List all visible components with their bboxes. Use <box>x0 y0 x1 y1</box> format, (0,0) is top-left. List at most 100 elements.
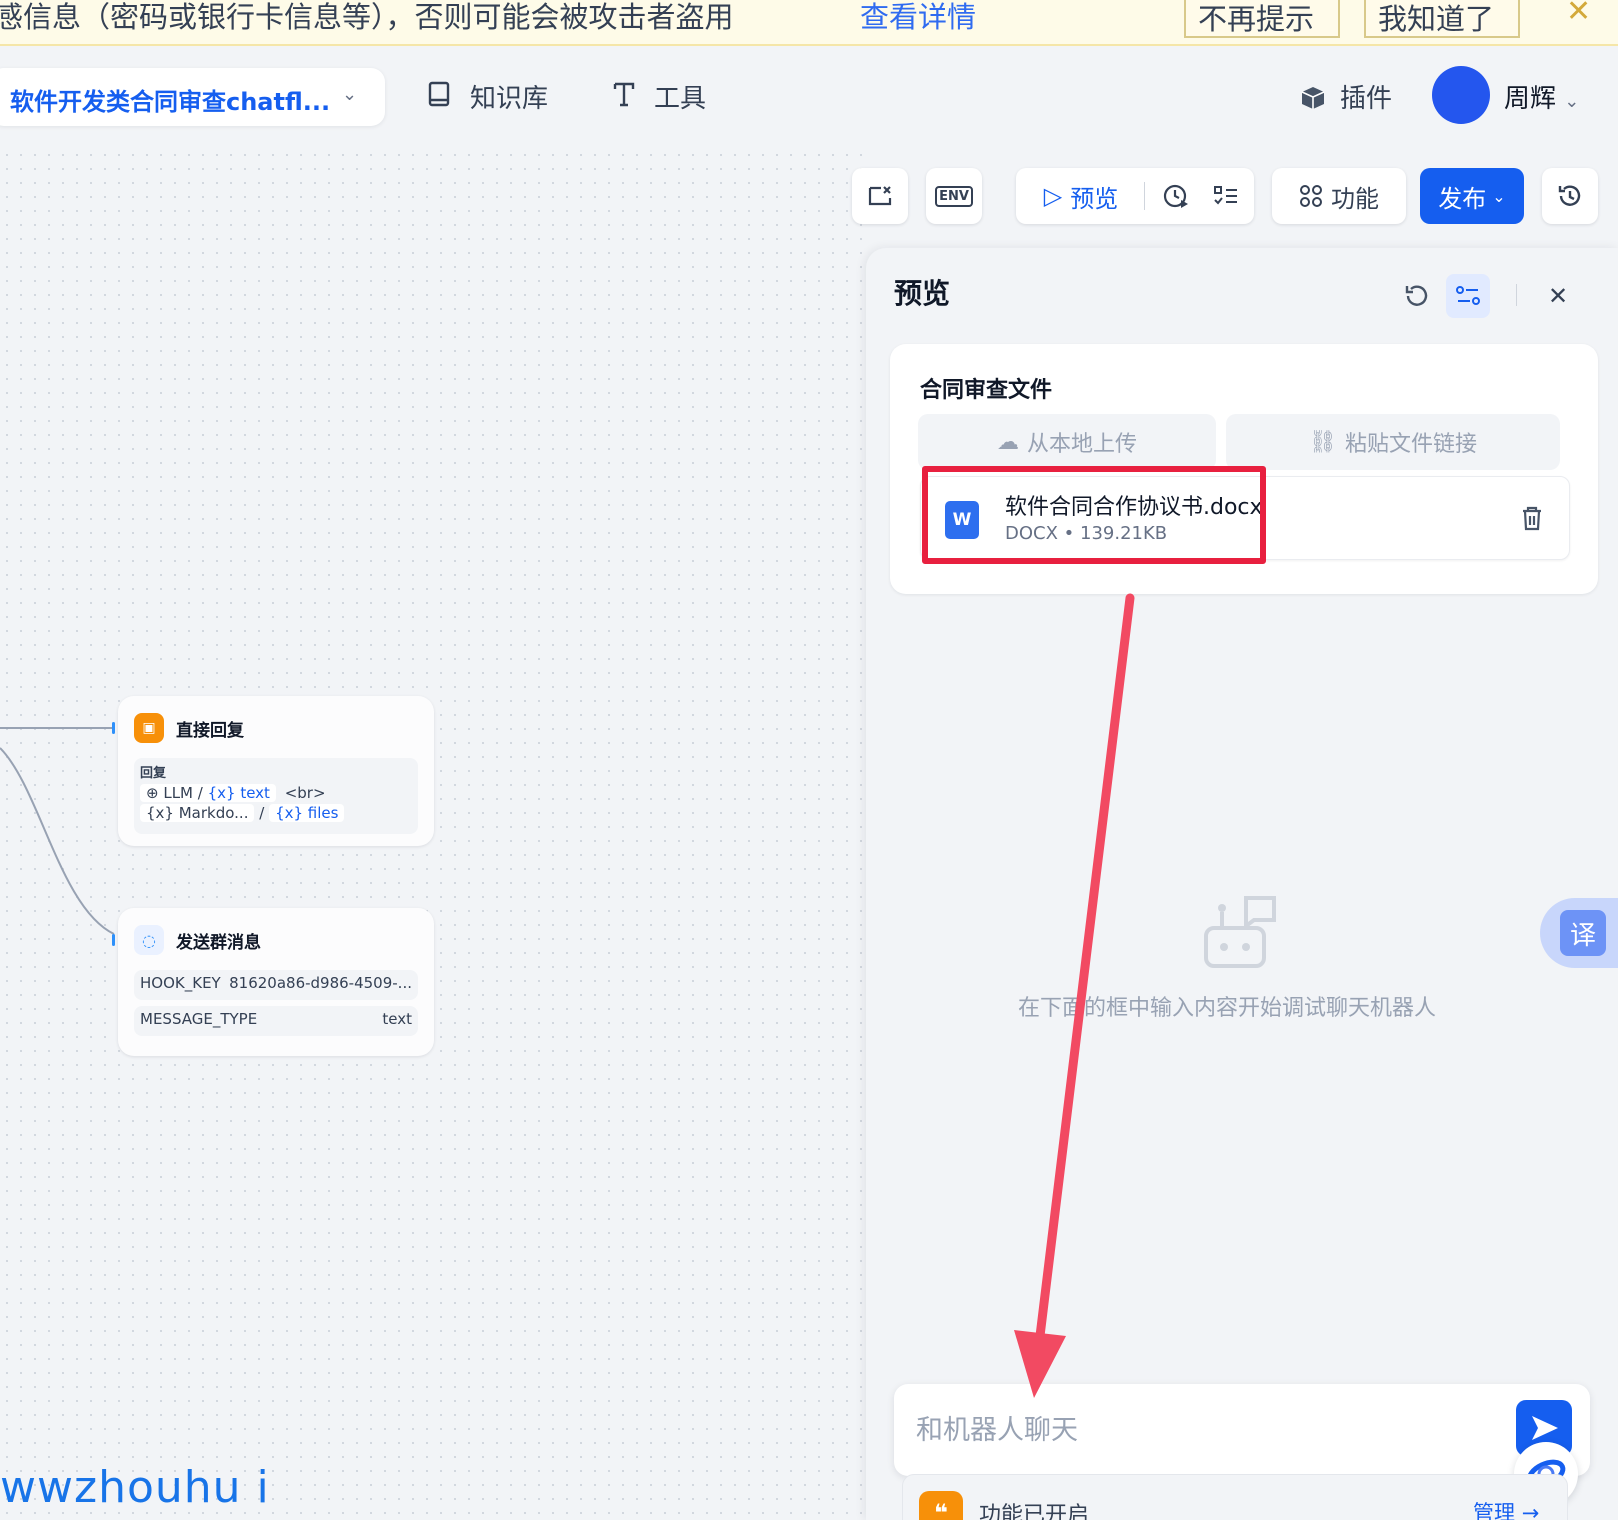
reply-line-1: ⊕ LLM / {x} text <br> <box>140 783 412 803</box>
restart-icon[interactable] <box>1394 274 1438 318</box>
manage-label: 管理 <box>1473 1501 1515 1520</box>
preview-button[interactable]: ▷ 预览 <box>1026 168 1136 224</box>
banner-details-link[interactable]: 查看详情 <box>860 0 976 36</box>
book-icon <box>428 81 456 114</box>
param-key: MESSAGE_TYPE <box>140 1010 258 1028</box>
user-menu[interactable]: 周辉 ⌄ <box>1504 78 1579 115</box>
tool-icon <box>612 81 640 114</box>
upload-local-label: 从本地上传 <box>1026 432 1137 457</box>
close-icon[interactable]: ✕ <box>1536 274 1580 318</box>
node-input-handle[interactable] <box>112 722 115 734</box>
run-history-icon[interactable] <box>1152 168 1200 224</box>
variable-chip: {x} files <box>269 804 345 822</box>
checklist-x-icon <box>852 168 908 224</box>
nav-tools[interactable]: 工具 <box>612 78 706 115</box>
chat-input[interactable] <box>916 1410 1476 1450</box>
variable-chip: {x} Markdo... <box>140 804 255 822</box>
translate-button[interactable]: 译 <box>1540 898 1618 968</box>
chat-bubble-icon: ◌ <box>134 925 164 955</box>
arrow-right-icon: → <box>1521 1501 1540 1520</box>
file-input-label: 合同审查文件 <box>920 378 1053 403</box>
preview-panel: 预览 ✕ 合同审查文件 ☁ 从本地上传 ⛓ 粘贴文件链接 W 软件合同合作协议书.d… <box>866 248 1618 1520</box>
preview-label: 预览 <box>1070 184 1119 213</box>
reply-suffix: <br> <box>284 784 326 802</box>
direct-reply-node[interactable]: ▣ 直接回复 回复 ⊕ LLM / {x} text <br> {x} Mark… <box>112 696 434 846</box>
banner-text: 感信息（密码或银行卡信息等），否则可能会被攻击者盗用 <box>0 0 734 34</box>
chatbot-icon <box>1204 896 1276 968</box>
reply-icon: ▣ <box>134 713 164 743</box>
chip-var: {x} text <box>207 784 270 802</box>
trash-icon[interactable] <box>1515 501 1549 535</box>
features-content: 功能 <box>1272 168 1406 224</box>
plugin-label: 插件 <box>1340 84 1393 114</box>
quote-icon: ❝ <box>919 1491 963 1520</box>
reply-section-label: 回复 <box>140 766 167 781</box>
grid-icon <box>1300 185 1322 207</box>
manage-link[interactable]: 管理 → <box>1473 1497 1539 1520</box>
divider <box>1144 182 1145 210</box>
chat-input-box <box>894 1384 1590 1476</box>
run-toolbar-group: ▷ 预览 <box>1016 168 1254 224</box>
warning-banner: 感信息（密码或银行卡信息等），否则可能会被攻击者盗用 查看详情 不再提示 我知道… <box>0 0 1618 46</box>
plugin-link[interactable]: 插件 <box>1300 78 1392 115</box>
avatar[interactable] <box>1432 66 1490 124</box>
features-label: 功能 <box>1331 184 1379 213</box>
nav-tools-label: 工具 <box>654 84 707 114</box>
annotation-highlight-box <box>922 466 1266 564</box>
env-label: ENV <box>935 185 973 207</box>
cube-icon <box>1301 87 1325 109</box>
close-icon[interactable]: ✕ <box>1566 0 1591 29</box>
chip-source: LLM <box>163 784 193 802</box>
nav-knowledge[interactable]: 知识库 <box>428 78 548 115</box>
node-body: 回复 ⊕ LLM / {x} text <br> {x} Markdo... /… <box>134 758 418 834</box>
feature-status-bar: ❝ 功能已开启 管理 → <box>902 1474 1568 1520</box>
publish-label: 发布 <box>1438 184 1487 213</box>
chevron-down-icon: ⌄ <box>1564 91 1580 112</box>
version-history-button[interactable] <box>1542 168 1598 224</box>
node-title: 发送群消息 <box>176 932 261 953</box>
node-header: ◌ 发送群消息 <box>134 924 261 956</box>
paste-link-label: 粘贴文件链接 <box>1344 432 1477 457</box>
upload-local-button[interactable]: ☁ 从本地上传 <box>918 414 1216 470</box>
chevron-down-icon: ⌄ <box>342 84 358 105</box>
translate-label: 译 <box>1560 910 1606 956</box>
link-icon: ⛓ <box>1309 429 1337 455</box>
node-input-handle[interactable] <box>112 934 115 946</box>
chip-source: {x} Markdo... <box>146 804 249 822</box>
panel-title: 预览 <box>894 277 951 310</box>
top-header: 软件开发类合同审查chatfl... ⌄ 知识库 工具 插件 周辉 ⌄ <box>0 48 1618 148</box>
acknowledge-button[interactable]: 我知道了 <box>1364 0 1520 38</box>
variables-icon[interactable] <box>1446 274 1490 318</box>
checklist-icon[interactable] <box>1202 168 1250 224</box>
app-title: 软件开发类合同审查chatfl... <box>10 88 331 116</box>
param-value: 81620a86-d986-4509-... <box>229 974 412 992</box>
param-value: text <box>382 1010 412 1028</box>
publish-button[interactable]: 发布 ⌄ <box>1420 168 1524 224</box>
env-icon: ENV <box>926 168 982 224</box>
user-name: 周辉 <box>1504 84 1557 114</box>
history-icon <box>1542 168 1598 224</box>
app-selector[interactable]: 软件开发类合同审查chatfl... ⌄ <box>0 68 385 126</box>
param-key: HOOK_KEY <box>140 974 221 992</box>
node-title: 直接回复 <box>176 720 244 741</box>
nav-knowledge-label: 知识库 <box>470 84 549 114</box>
cloud-upload-icon: ☁ <box>996 429 1019 455</box>
param-row: HOOK_KEY 81620a86-d986-4509-... <box>134 970 418 1000</box>
env-button[interactable]: ENV <box>926 168 982 224</box>
param-row: MESSAGE_TYPE text <box>134 1006 418 1036</box>
reply-line-2: {x} Markdo... / {x} files <box>140 803 412 823</box>
paste-link-button[interactable]: ⛓ 粘贴文件链接 <box>1226 414 1560 470</box>
play-icon: ▷ <box>1043 182 1063 210</box>
node-header: ▣ 直接回复 <box>134 712 244 744</box>
features-button[interactable]: 功能 <box>1272 168 1406 224</box>
workflow-canvas[interactable]: ▣ 直接回复 回复 ⊕ LLM / {x} text <br> {x} Mark… <box>0 148 870 1520</box>
feature-status-text: 功能已开启 <box>979 1503 1090 1520</box>
dont-show-again-button[interactable]: 不再提示 <box>1184 0 1340 38</box>
chevron-down-icon: ⌄ <box>1492 186 1506 206</box>
watermark: wwzhouhu i <box>0 1462 270 1513</box>
variable-chip: ⊕ LLM / {x} text <box>140 784 276 802</box>
divider <box>1516 284 1517 306</box>
send-group-message-node[interactable]: ◌ 发送群消息 HOOK_KEY 81620a86-d986-4509-... M… <box>112 908 434 1056</box>
checklist-button[interactable] <box>852 168 908 224</box>
empty-state-hint: 在下面的框中输入内容开始调试聊天机器人 <box>1018 996 1437 1021</box>
